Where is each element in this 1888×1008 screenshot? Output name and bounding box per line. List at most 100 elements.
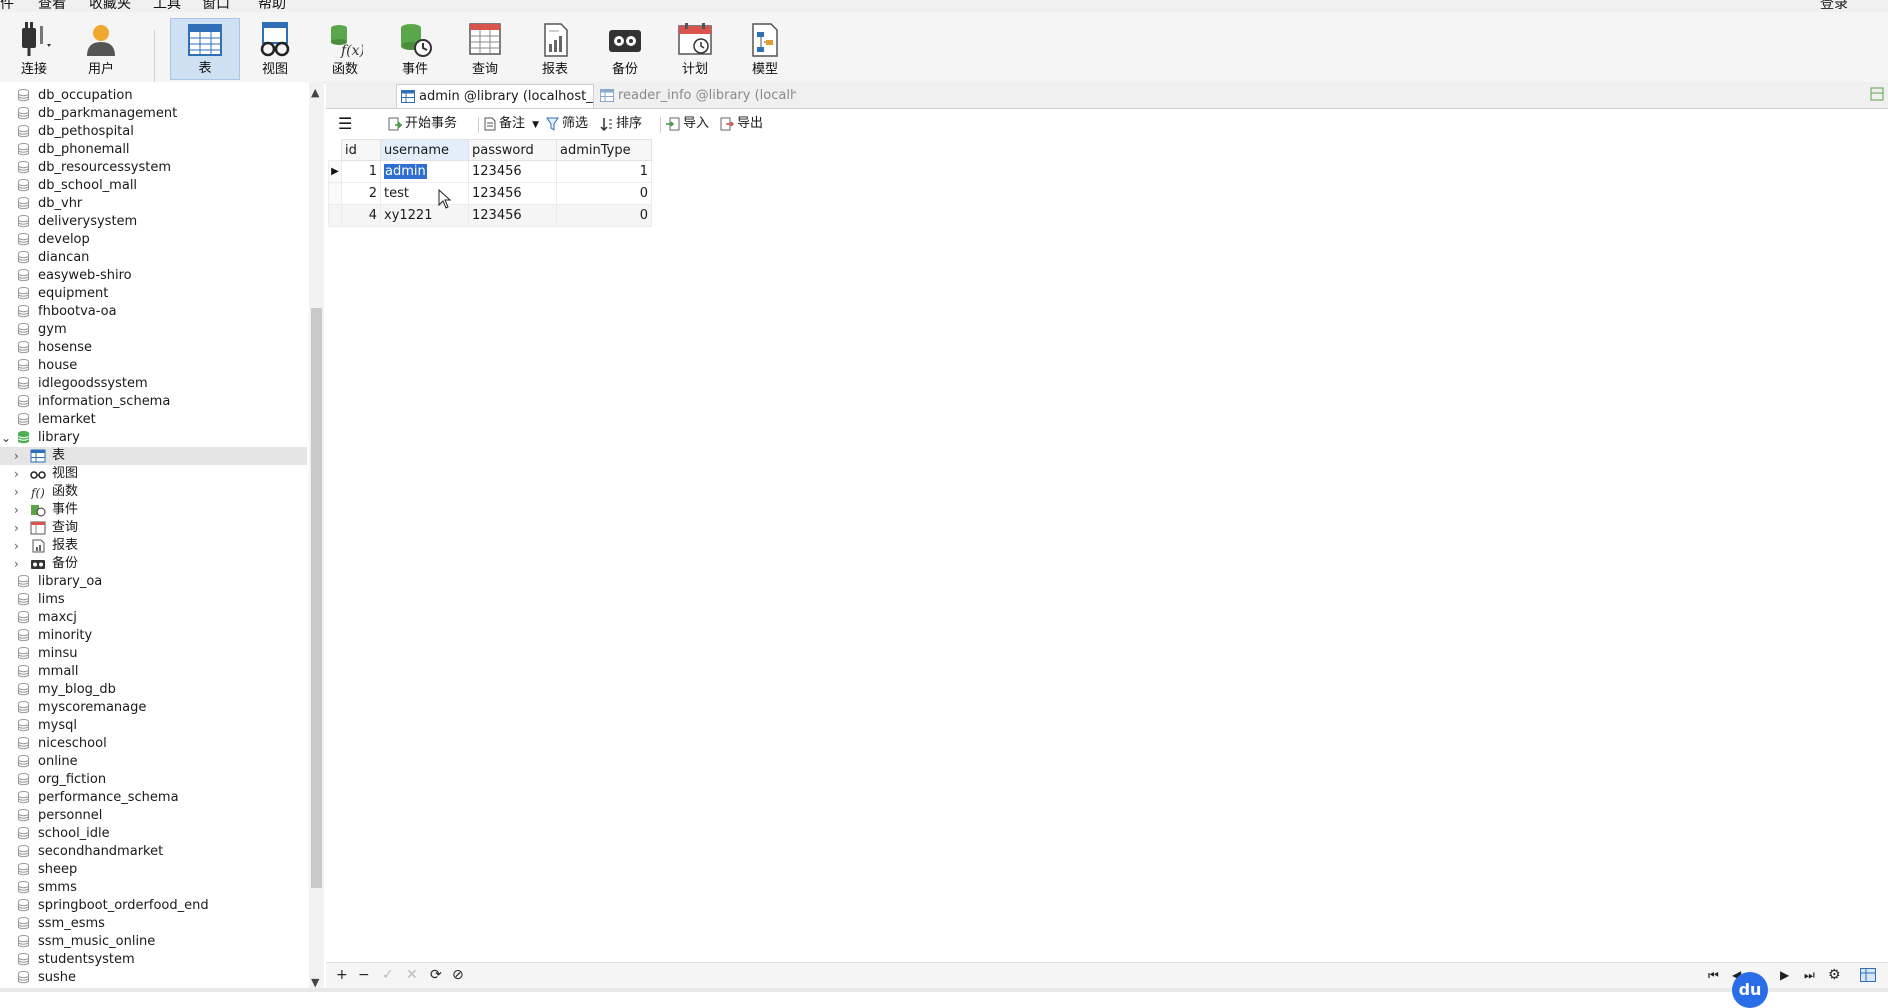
report-button[interactable]: 报表 xyxy=(520,18,590,80)
column-header-username[interactable]: username xyxy=(380,139,469,161)
tree-item-glasses[interactable]: › 视图 xyxy=(0,465,307,483)
menu-icon[interactable]: ☰ xyxy=(338,115,352,133)
first-record-button[interactable]: ⏮ xyxy=(1708,967,1719,983)
database-item[interactable]: minsu xyxy=(0,645,307,663)
cell-admintype[interactable]: 0 xyxy=(556,204,652,227)
database-item[interactable]: ssm_esms xyxy=(0,915,307,933)
backup-button[interactable]: 备份 xyxy=(590,18,660,80)
user-button[interactable]: 用户 xyxy=(66,18,136,80)
database-item[interactable]: library_oa xyxy=(0,573,307,591)
current-row-marker[interactable]: ▶ xyxy=(328,160,342,183)
column-header-admintype[interactable]: adminType xyxy=(556,139,652,161)
database-item[interactable]: house xyxy=(0,357,307,375)
filter-button[interactable]: 筛选 xyxy=(546,115,588,133)
database-item[interactable]: idlegoodssystem xyxy=(0,375,307,393)
connect-button[interactable]: 连接 xyxy=(2,18,66,80)
database-item[interactable]: org_fiction xyxy=(0,771,307,789)
database-item[interactable]: hosense xyxy=(0,339,307,357)
stop-button[interactable]: ⊘ xyxy=(452,967,464,983)
memo-button[interactable]: 备注 ▼ xyxy=(484,115,539,133)
row-header[interactable] xyxy=(328,182,342,205)
cell-username[interactable]: xy1221 xyxy=(380,204,469,227)
tree-item-query[interactable]: › 查询 xyxy=(0,519,307,537)
cell-id[interactable]: 4 xyxy=(341,204,381,227)
chevron-down-icon[interactable]: ⌄ xyxy=(1,429,11,447)
row-header[interactable] xyxy=(328,204,342,227)
sort-button[interactable]: 排序 xyxy=(600,115,642,133)
database-item[interactable]: performance_schema xyxy=(0,789,307,807)
database-item[interactable]: personnel xyxy=(0,807,307,825)
discard-changes-button[interactable]: ✕ xyxy=(406,967,418,983)
table-row[interactable]: 4 xy1221 123456 0 xyxy=(328,204,652,227)
database-item[interactable]: online xyxy=(0,753,307,771)
function-button[interactable]: f(x) 函数 xyxy=(310,18,380,80)
begin-transaction-button[interactable]: 开始事务 xyxy=(388,115,457,133)
database-item[interactable]: ⌄ library xyxy=(0,429,307,447)
table-button[interactable]: 表 xyxy=(170,18,240,80)
database-item[interactable]: myscoremanage xyxy=(0,699,307,717)
chevron-right-icon[interactable]: › xyxy=(14,447,19,465)
tree-item-report[interactable]: › 报表 xyxy=(0,537,307,555)
cell-admintype[interactable]: 1 xyxy=(556,160,652,183)
sidebar-scrollbar[interactable]: ▲ ▼ xyxy=(309,82,324,992)
database-item[interactable]: db_occupation xyxy=(0,87,307,105)
menu-help[interactable]: 帮助 xyxy=(258,0,286,12)
cell-password[interactable]: 123456 xyxy=(468,204,557,227)
database-item[interactable]: studentsystem xyxy=(0,951,307,969)
scroll-up-icon[interactable]: ▲ xyxy=(311,86,319,99)
database-item[interactable]: smms xyxy=(0,879,307,897)
settings-gear-icon[interactable]: ⚙ xyxy=(1828,967,1841,983)
database-item[interactable]: sushe xyxy=(0,969,307,987)
chevron-right-icon[interactable]: › xyxy=(14,519,19,537)
tree-item-event[interactable]: › 事件 xyxy=(0,501,307,519)
view-button[interactable]: 视图 xyxy=(240,18,310,80)
database-item[interactable]: db_school_mall xyxy=(0,177,307,195)
cell-id[interactable]: 1 xyxy=(341,160,381,183)
cell-password[interactable]: 123456 xyxy=(468,160,557,183)
menu-window[interactable]: 窗口 xyxy=(202,0,230,12)
database-item[interactable]: maxcj xyxy=(0,609,307,627)
import-button[interactable]: 导入 xyxy=(666,115,709,133)
schedule-button[interactable]: 计划 xyxy=(660,18,730,80)
table-row[interactable]: 2 test 123456 0 xyxy=(328,182,652,205)
cell-password[interactable]: 123456 xyxy=(468,182,557,205)
grid-view-icon[interactable] xyxy=(1860,968,1876,982)
sidebar-scroll-thumb[interactable] xyxy=(311,308,322,888)
database-item[interactable]: lemarket xyxy=(0,411,307,429)
database-item[interactable]: information_schema xyxy=(0,393,307,411)
last-record-button[interactable]: ⏭ xyxy=(1804,967,1815,983)
database-item[interactable]: db_pethospital xyxy=(0,123,307,141)
tab-objects[interactable] xyxy=(326,84,396,108)
database-item[interactable]: gym xyxy=(0,321,307,339)
next-record-button[interactable]: ▶ xyxy=(1780,967,1789,983)
database-item[interactable]: school_idle xyxy=(0,825,307,843)
database-item[interactable]: lims xyxy=(0,591,307,609)
tab-reader-info[interactable]: reader_info @library (localh... xyxy=(596,84,796,108)
model-button[interactable]: 模型 xyxy=(730,18,800,80)
database-item[interactable]: minority xyxy=(0,627,307,645)
column-header-id[interactable]: id xyxy=(341,139,381,161)
chevron-right-icon[interactable]: › xyxy=(14,555,19,573)
login-link[interactable]: 登录 xyxy=(1820,0,1848,12)
database-item[interactable]: diancan xyxy=(0,249,307,267)
event-button[interactable]: 事件 xyxy=(380,18,450,80)
database-item[interactable]: develop xyxy=(0,231,307,249)
refresh-button[interactable]: ⟳ xyxy=(430,967,442,983)
database-item[interactable]: db_phonemall xyxy=(0,141,307,159)
tab-admin-table[interactable]: admin @library (localhost_3... xyxy=(396,84,594,108)
database-item[interactable]: mysql xyxy=(0,717,307,735)
add-record-button[interactable]: + xyxy=(336,967,348,983)
database-item[interactable]: easyweb-shiro xyxy=(0,267,307,285)
database-item[interactable]: springboot_orderfood_end xyxy=(0,897,307,915)
database-item[interactable]: equipment xyxy=(0,285,307,303)
menu-tools[interactable]: 工具 xyxy=(153,0,181,12)
chevron-right-icon[interactable]: › xyxy=(14,537,19,555)
export-button[interactable]: 导出 xyxy=(720,115,763,133)
delete-record-button[interactable]: − xyxy=(358,967,370,983)
chevron-right-icon[interactable]: › xyxy=(14,483,19,501)
cell-username[interactable]: test xyxy=(380,182,469,205)
chevron-right-icon[interactable]: › xyxy=(14,501,19,519)
database-item[interactable]: db_parkmanagement xyxy=(0,105,307,123)
chevron-right-icon[interactable]: › xyxy=(14,465,19,483)
menu-favorites[interactable]: 收藏夹 xyxy=(89,0,131,12)
